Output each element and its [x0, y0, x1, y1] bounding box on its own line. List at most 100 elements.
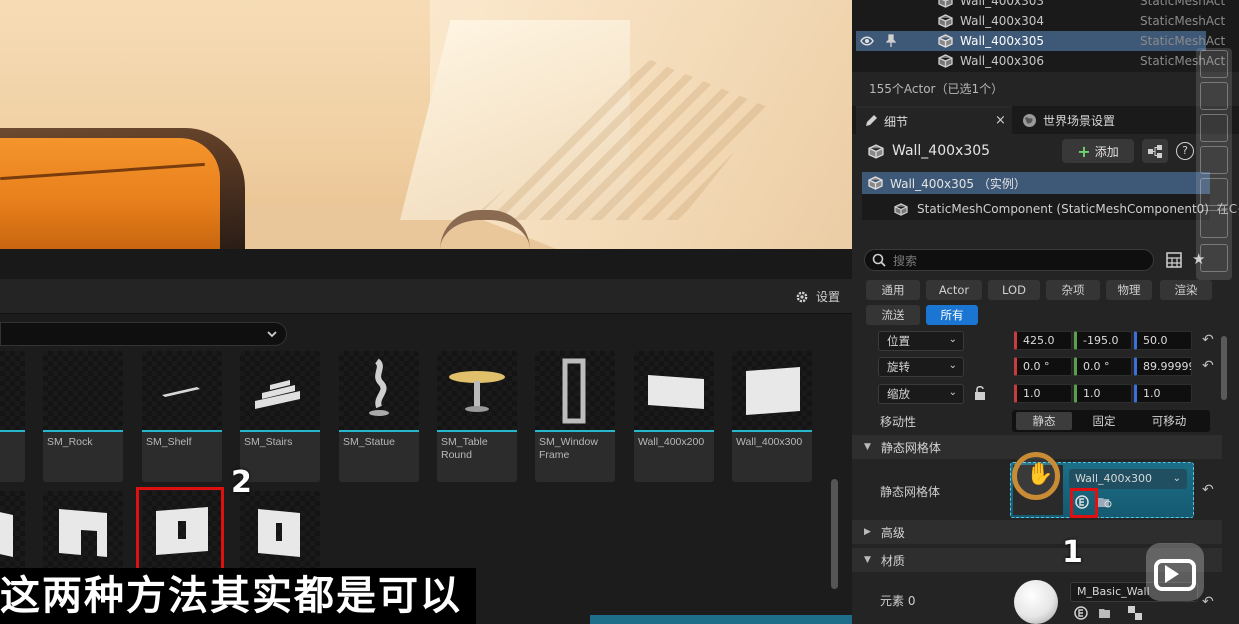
settings-icon[interactable]	[1200, 82, 1228, 110]
asset-tile-sm-rock[interactable]: SM_Rock	[43, 351, 123, 482]
scale-z-field[interactable]: 1.0	[1134, 384, 1192, 403]
blueprint-icon	[1148, 145, 1162, 158]
filter-actor[interactable]: Actor	[926, 280, 982, 300]
tab-world-settings[interactable]: 世界场景设置	[1022, 106, 1115, 134]
chevron-down-icon: ⌄	[948, 387, 957, 398]
static-mesh-icon	[938, 54, 953, 68]
crop-icon[interactable]	[1200, 146, 1228, 174]
browse-asset-icon[interactable]	[1098, 606, 1114, 620]
actor-name[interactable]: Wall_400x305	[892, 143, 990, 159]
gear-icon	[796, 291, 808, 302]
asset-name: SM_Stairs	[244, 436, 293, 448]
asset-tile-wall-400x300[interactable]: Wall_400x300	[732, 351, 812, 482]
element-label: 元素 0	[880, 594, 916, 608]
rotation-dropdown[interactable]: 旋转 ⌄	[878, 357, 964, 377]
static-mesh-label: 静态网格体	[880, 485, 941, 499]
chevron-down-icon: ⌄	[1172, 473, 1181, 484]
outliner-name: Wall_400x304	[960, 14, 1045, 28]
wall-door-preview-icon	[59, 509, 107, 557]
asset-tile-sm-statue[interactable]: SM_Statue	[339, 351, 419, 482]
location-z-field[interactable]: 50.0	[1134, 331, 1192, 350]
mobility-movable[interactable]: 可移动	[1134, 412, 1204, 430]
add-button-label: 添加	[1094, 144, 1119, 159]
scale-y-field[interactable]: 1.0	[1074, 384, 1132, 403]
component-child[interactable]: StaticMeshComponent (StaticMeshComponent…	[917, 200, 1239, 217]
search-icon	[872, 253, 886, 267]
asset-tile-sm-window-frame[interactable]: SM_Window Frame	[535, 351, 615, 482]
reset-icon[interactable]: ↶	[1202, 594, 1214, 610]
eye-icon[interactable]	[860, 35, 874, 47]
details-search-input[interactable]: 搜索	[864, 249, 1154, 271]
shelf-preview-icon	[162, 387, 200, 397]
checker-icon[interactable]	[1128, 606, 1142, 620]
scale-dropdown[interactable]: 缩放 ⌄	[878, 384, 964, 404]
asset-tile-sm-table-round[interactable]: SM_Table Round	[437, 351, 517, 482]
outliner-row[interactable]: Wall_400x303 StaticMeshAct	[856, 0, 1225, 11]
outliner-row-selected[interactable]: Wall_400x305 StaticMeshAct	[856, 31, 1225, 51]
component-child-label: StaticMeshComponent (StaticMeshComponent…	[917, 202, 1209, 216]
brightness-icon[interactable]	[1200, 114, 1228, 142]
outliner-row[interactable]: Wall_400x306 StaticMeshAct	[856, 51, 1225, 71]
browse-asset-icon[interactable]	[1097, 495, 1113, 509]
filter-misc[interactable]: 杂项	[1046, 280, 1100, 300]
location-dropdown[interactable]: 位置 ⌄	[878, 331, 964, 351]
help-button[interactable]: ?	[1176, 142, 1194, 160]
blueprint-button[interactable]	[1142, 139, 1168, 163]
add-component-button[interactable]: + 添加	[1062, 139, 1134, 163]
content-browser-scrollbar[interactable]	[831, 479, 838, 589]
actor-header: Wall_400x305 + 添加 ?	[852, 136, 1239, 168]
location-x-field[interactable]: 425.0	[1014, 331, 1072, 350]
filter-rendering[interactable]: 渲染	[1160, 280, 1212, 300]
component-root[interactable]: Wall_400x305 （实例）	[862, 172, 1210, 194]
scale-x-field[interactable]: 1.0	[1014, 384, 1072, 403]
asset-name: SM_Window Frame	[539, 436, 598, 461]
collapse-arrow-icon: ▼	[864, 442, 871, 452]
close-icon[interactable]: ×	[995, 113, 1006, 128]
lock-icon[interactable]	[1200, 50, 1228, 78]
rotation-x-field[interactable]: 0.0 °	[1014, 357, 1072, 376]
details-scrollbar[interactable]	[1221, 336, 1227, 400]
asset-name: SM_Rock	[47, 436, 93, 448]
hand-cursor-icon: ✋	[1026, 462, 1054, 487]
pin-icon[interactable]	[886, 34, 896, 48]
filter-physics[interactable]: 物理	[1106, 280, 1152, 300]
location-y-field[interactable]: -195.0	[1074, 331, 1132, 350]
level-viewport[interactable]	[0, 0, 852, 249]
reset-icon[interactable]: ↶	[1202, 482, 1214, 498]
window-frame-preview-icon	[562, 358, 586, 424]
static-mesh-icon	[938, 14, 953, 28]
filter-general[interactable]: 通用	[866, 280, 920, 300]
outliner-row[interactable]: Wall_400x304 StaticMeshAct	[856, 11, 1225, 31]
mobility-static[interactable]: 静态	[1016, 412, 1072, 430]
tab-world-settings-label: 世界场景设置	[1043, 113, 1116, 128]
asset-name: Wall_400x300	[736, 436, 803, 448]
cursor-icon[interactable]	[1200, 210, 1228, 238]
video-subtitle: 这两种方法其实都是可以	[0, 568, 476, 624]
use-selected-asset-icon[interactable]	[1074, 606, 1088, 620]
rotation-z-field[interactable]: 89.99999	[1134, 357, 1192, 376]
draw-icon[interactable]	[1200, 178, 1228, 206]
reset-icon[interactable]: ↶	[1202, 332, 1214, 348]
settings-button[interactable]: 设置	[794, 288, 840, 305]
asset-tile[interactable]	[0, 351, 25, 482]
asset-tile-sm-shelf[interactable]: SM_Shelf	[142, 351, 222, 482]
outliner-name: Wall_400x305	[960, 34, 1045, 48]
pencil-icon	[866, 115, 877, 126]
filter-lod[interactable]: LOD	[988, 280, 1040, 300]
rotation-y-field[interactable]: 0.0 °	[1074, 357, 1132, 376]
static-mesh-dropdown[interactable]: Wall_400x300 ⌄	[1069, 469, 1187, 489]
mobility-stationary[interactable]: 固定	[1076, 412, 1132, 430]
filter-all[interactable]: 所有	[926, 305, 978, 325]
section-advanced[interactable]: ▶ 高级	[852, 520, 1222, 544]
path-dropdown[interactable]	[0, 322, 287, 346]
lock-open-icon[interactable]	[974, 386, 986, 400]
tab-details[interactable]: 细节 ×	[856, 106, 1012, 134]
table-view-icon[interactable]	[1166, 252, 1182, 268]
asset-tile-sm-stairs[interactable]: SM_Stairs	[240, 351, 320, 482]
stairs-preview-icon	[255, 380, 300, 409]
gear-icon[interactable]	[1200, 244, 1228, 272]
reset-icon[interactable]: ↶	[1202, 358, 1214, 374]
filter-streaming[interactable]: 流送	[866, 305, 920, 325]
asset-tile-wall-400x200[interactable]: Wall_400x200	[634, 351, 714, 482]
chevron-down-icon: ⌄	[948, 334, 957, 345]
